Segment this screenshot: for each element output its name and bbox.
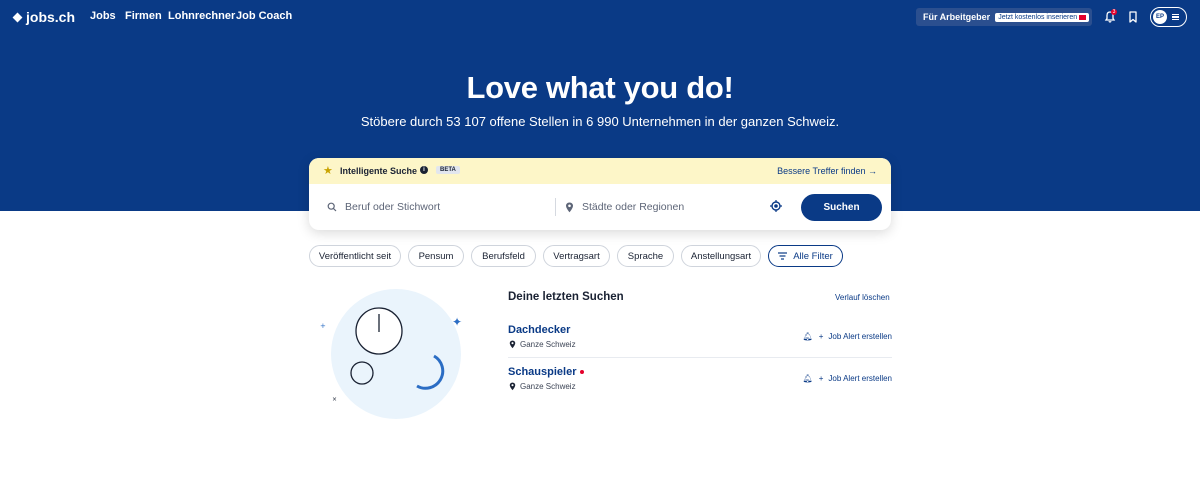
row-divider <box>508 357 892 358</box>
better-results-label: Bessere Treffer finden <box>777 166 866 176</box>
jobs-ch-logo[interactable]: jobs.ch <box>12 9 76 25</box>
location-field[interactable] <box>565 184 775 230</box>
employer-cta-badge: Jetzt kostenlos inserieren <box>995 12 1090 22</box>
create-job-alert-button[interactable]: 🔔︎ + Job Alert erstellen <box>803 374 892 383</box>
recent-search-location: Ganze Schweiz <box>520 382 576 391</box>
recent-searches-title: Deine letzten Suchen <box>508 291 624 303</box>
location-pin-icon <box>566 202 573 212</box>
profile-menu-button[interactable]: EP <box>1150 7 1187 27</box>
bell-icon: 🔔︎ <box>802 374 813 383</box>
create-job-alert-button[interactable]: 🔔︎ + Job Alert erstellen <box>803 332 892 341</box>
plus-icon: + <box>818 332 824 341</box>
employer-button[interactable]: Für Arbeitgeber Jetzt kostenlos inserier… <box>916 8 1092 26</box>
smart-search-label: Intelligente Suche <box>340 166 418 176</box>
star-icon: ★ <box>323 165 333 177</box>
recent-search-item[interactable]: Dachdecker Ganze Schweiz 🔔︎ + Job Alert … <box>508 324 892 366</box>
svg-text:✦: ✦ <box>452 315 462 329</box>
location-input[interactable] <box>582 201 772 213</box>
keyword-input[interactable] <box>345 201 535 213</box>
notification-count-badge: 3 <box>1111 9 1117 15</box>
all-filters-button[interactable]: Alle Filter <box>768 245 843 267</box>
filter-anstellungsart[interactable]: Anstellungsart <box>681 245 761 267</box>
better-results-link[interactable]: Bessere Treffer finden → <box>777 166 877 176</box>
filter-berufsfeld[interactable]: Berufsfeld <box>471 245 536 267</box>
bookmark-icon[interactable] <box>1126 10 1140 24</box>
search-button[interactable]: Suchen <box>801 194 882 221</box>
search-field-divider <box>555 198 556 216</box>
plus-icon: + <box>818 374 824 383</box>
svg-text:+: + <box>320 322 326 330</box>
filter-icon <box>778 252 788 260</box>
filter-pensum[interactable]: Pensum <box>408 245 464 267</box>
beta-badge: BETA <box>436 166 460 174</box>
clear-history-link[interactable]: Verlauf löschen <box>835 293 890 302</box>
nav-link-lohnrechner[interactable]: Lohnrechner <box>168 10 235 22</box>
nav-link-firmen[interactable]: Firmen <box>125 10 162 22</box>
hero-subtitle: Stöbere durch 53 107 offene Stellen in 6… <box>360 114 840 129</box>
filter-sprache[interactable]: Sprache <box>617 245 674 267</box>
all-filters-label: Alle Filter <box>793 250 833 262</box>
create-job-alert-label: Job Alert erstellen <box>828 332 892 341</box>
location-pin-icon <box>509 382 516 391</box>
nav-link-job-coach[interactable]: Job Coach <box>236 10 292 22</box>
smart-search-bar[interactable]: ★ Intelligente Suche i BETA Bessere Tref… <box>309 158 891 184</box>
create-job-alert-label: Job Alert erstellen <box>828 374 892 383</box>
logo-text: jobs.ch <box>26 9 76 25</box>
arrow-right-icon: → <box>868 166 877 176</box>
recent-search-name[interactable]: Dachdecker <box>508 324 570 336</box>
swiss-flag-icon <box>1079 14 1087 20</box>
filter-published-since[interactable]: Veröffentlicht seit <box>309 245 401 267</box>
search-icon <box>327 202 337 212</box>
nav-link-jobs[interactable]: Jobs <box>90 10 116 22</box>
logo-diamond-icon <box>12 12 23 23</box>
employer-cta-text: Jetzt kostenlos inserieren <box>998 13 1078 21</box>
filter-vertragsart[interactable]: Vertragsart <box>543 245 610 267</box>
info-icon[interactable]: i <box>420 166 428 174</box>
new-indicator-dot <box>580 370 585 375</box>
recent-search-name[interactable]: Schauspieler <box>508 366 585 378</box>
bell-icon: 🔔︎ <box>802 332 813 341</box>
recent-search-item[interactable]: Schauspieler Ganze Schweiz 🔔︎ + Job Aler… <box>508 366 892 408</box>
recent-search-location: Ganze Schweiz <box>520 340 576 349</box>
hero-title: Love what you do! <box>466 70 734 105</box>
svg-text:×: × <box>332 396 337 403</box>
clock-illustration: ✦ + × <box>320 289 462 419</box>
avatar: EP <box>1153 10 1167 24</box>
keyword-field[interactable] <box>327 184 547 230</box>
location-pin-icon <box>509 340 516 349</box>
my-location-icon[interactable] <box>770 200 782 212</box>
menu-icon <box>1172 14 1179 20</box>
employer-label: Für Arbeitgeber <box>923 12 991 22</box>
search-card: ★ Intelligente Suche i BETA Bessere Tref… <box>309 158 891 230</box>
recent-search-name-text: Schauspieler <box>508 366 577 378</box>
